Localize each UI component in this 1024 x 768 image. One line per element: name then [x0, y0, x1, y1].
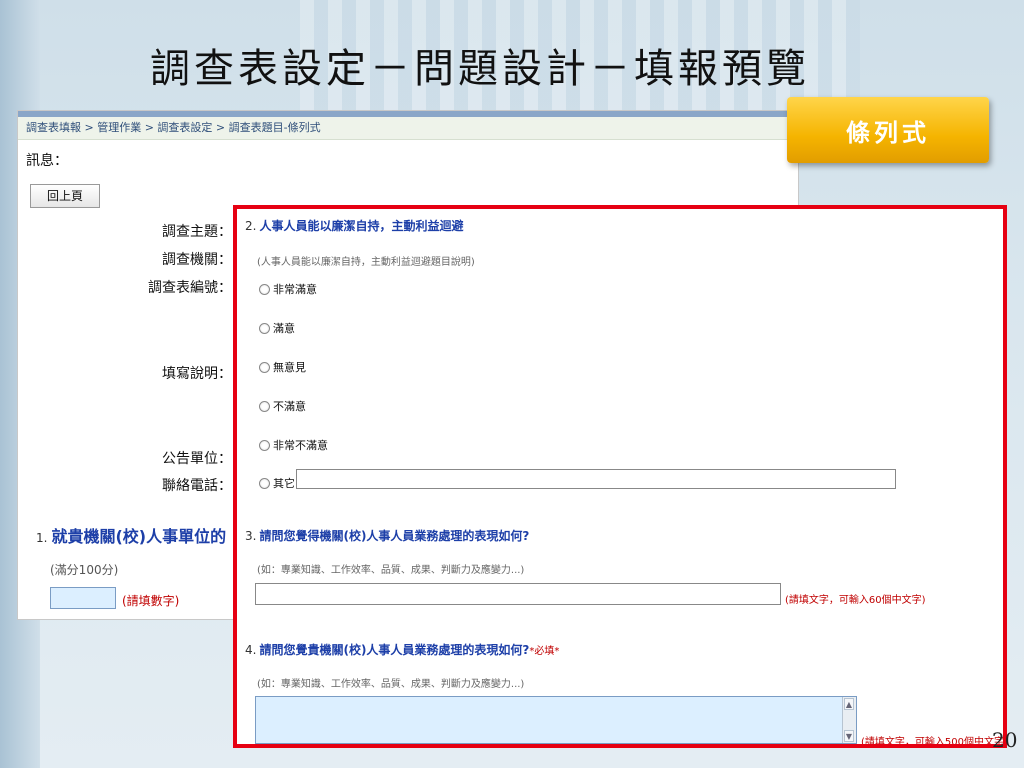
- question-4-textarea[interactable]: ▲ ▼: [255, 696, 857, 744]
- question-2-description: (人事人員能以廉潔自持，主動利益迴避題目說明): [257, 257, 475, 268]
- question-4-description: (如：專業知識、工作效率、品質、成果、判斷力及應變力...): [257, 679, 525, 690]
- radio-icon[interactable]: [259, 322, 270, 334]
- question-1-number: 1.: [36, 531, 48, 545]
- question-1-score-input[interactable]: [50, 587, 116, 609]
- field-label-survey-agency: 調查機關：: [162, 252, 232, 268]
- radio-icon[interactable]: [259, 400, 270, 412]
- question-3-hint: (請填文字，可輸入60個中文字): [785, 595, 926, 606]
- option-dissatisfied[interactable]: 不滿意: [259, 398, 306, 414]
- layout-type-badge: 條列式: [787, 97, 989, 163]
- question-1-title: 1. 就貴機關(校)人事單位的: [36, 523, 226, 547]
- question-4-title: 4. 請問您覺貴機關(校)人事人員業務處理的表現如何?*必填*: [245, 641, 559, 658]
- question-1-text: 就貴機關(校)人事單位的: [51, 527, 227, 546]
- required-marker: *必填*: [529, 646, 560, 657]
- page-number: 20: [992, 728, 1018, 752]
- question-4-hint: (請填文字，可輸入500個中文字): [861, 737, 1007, 748]
- option-satisfied[interactable]: 滿意: [259, 320, 295, 336]
- radio-icon[interactable]: [259, 477, 270, 489]
- option-label: 其它: [273, 477, 295, 490]
- question-3-number: 3.: [245, 529, 257, 543]
- question-4-number: 4.: [245, 643, 257, 657]
- preview-highlight-panel: 2. 人事人員能以廉潔自持，主動利益迴避 (人事人員能以廉潔自持，主動利益迴避題目…: [233, 205, 1007, 748]
- option-very-dissatisfied[interactable]: 非常不滿意: [259, 437, 328, 453]
- question-3-text-input[interactable]: [255, 583, 781, 605]
- field-label-contact-phone: 聯絡電話：: [162, 478, 232, 494]
- other-text-input[interactable]: [296, 469, 896, 489]
- radio-icon[interactable]: [259, 361, 270, 373]
- question-3-title: 3. 請問您覺得機關(校)人事人員業務處理的表現如何?: [245, 527, 529, 544]
- question-1-note: (滿分100分): [50, 563, 119, 577]
- textarea-scrollbar[interactable]: ▲ ▼: [842, 697, 856, 743]
- message-label: 訊息：: [26, 153, 68, 169]
- radio-icon[interactable]: [259, 283, 270, 295]
- back-button[interactable]: 回上頁: [30, 184, 100, 208]
- question-2-number: 2.: [245, 219, 257, 233]
- field-label-survey-number: 調查表編號：: [148, 280, 232, 296]
- question-3-text: 請問您覺得機關(校)人事人員業務處理的表現如何?: [259, 529, 530, 543]
- option-label: 無意見: [273, 361, 306, 374]
- question-2-text: 人事人員能以廉潔自持，主動利益迴避: [259, 219, 464, 233]
- option-label: 不滿意: [273, 400, 306, 413]
- field-label-instructions: 填寫說明：: [162, 366, 232, 382]
- question-1-hint: (請填數字): [122, 594, 180, 608]
- radio-icon[interactable]: [259, 439, 270, 451]
- question-4-text: 請問您覺貴機關(校)人事人員業務處理的表現如何?: [259, 643, 530, 657]
- breadcrumb[interactable]: 調查表填報 > 管理作業 > 調查表設定 > 調查表題目-條列式: [18, 117, 798, 140]
- option-label: 非常不滿意: [273, 439, 328, 452]
- option-no-opinion[interactable]: 無意見: [259, 359, 306, 375]
- scroll-up-arrow-icon[interactable]: ▲: [844, 698, 854, 710]
- option-other[interactable]: 其它: [259, 475, 295, 491]
- field-label-announcing-unit: 公告單位：: [162, 451, 232, 467]
- slide-title: 調查表設定－問題設計－填報預覽: [150, 46, 810, 92]
- question-2-title: 2. 人事人員能以廉潔自持，主動利益迴避: [245, 217, 463, 234]
- option-label: 滿意: [273, 322, 295, 335]
- scroll-down-arrow-icon[interactable]: ▼: [844, 730, 854, 742]
- option-label: 非常滿意: [273, 283, 317, 296]
- question-3-description: (如：專業知識、工作效率、品質、成果、判斷力及應變力...): [257, 565, 525, 576]
- field-label-survey-topic: 調查主題：: [162, 224, 232, 240]
- option-very-satisfied[interactable]: 非常滿意: [259, 281, 317, 297]
